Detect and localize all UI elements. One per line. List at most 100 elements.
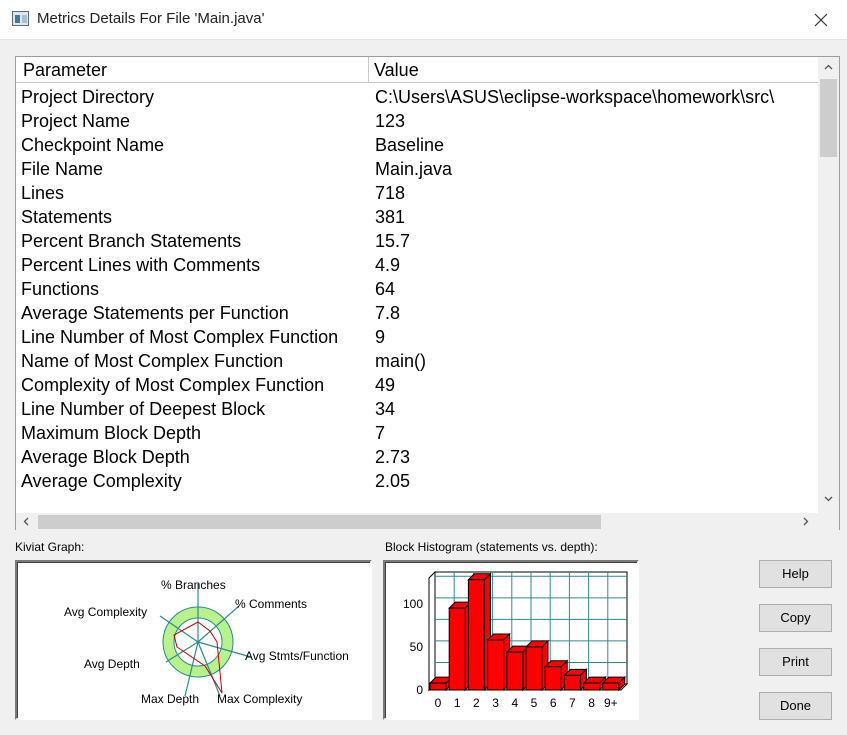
table-row[interactable]: Lines 718 xyxy=(16,181,818,205)
histogram-x-tick-label: 2 xyxy=(473,696,480,710)
histogram-y-tick-label: 50 xyxy=(410,640,424,654)
histogram-bar xyxy=(487,639,505,691)
histogram-bar xyxy=(467,579,485,691)
parameter-cell: Name of Most Complex Function xyxy=(21,351,284,371)
histogram-x-tick-label: 6 xyxy=(550,696,557,710)
table-row[interactable]: Checkpoint Name Baseline xyxy=(16,133,818,157)
parameter-cell: Line Number of Deepest Block xyxy=(21,399,266,419)
column-header-parameter[interactable]: Parameter xyxy=(16,57,369,82)
value-cell: 9 xyxy=(375,327,386,347)
copy-button[interactable]: Copy xyxy=(759,604,832,632)
value-cell: 7 xyxy=(375,423,386,443)
axis-label-avg-depth: Avg Depth xyxy=(84,657,140,671)
value-cell: 64 xyxy=(375,279,396,299)
histogram-x-tick-label: 4 xyxy=(511,696,518,710)
parameter-cell: Statements xyxy=(21,207,113,227)
histogram-x-tick-label: 9+ xyxy=(604,696,618,710)
scroll-up-icon[interactable] xyxy=(822,61,835,74)
app-window-icon xyxy=(12,11,29,26)
table-row[interactable]: Line Number of Deepest Block 34 xyxy=(16,397,818,421)
histogram-bar xyxy=(563,674,581,691)
table-row[interactable]: Line Number of Most Complex Function 9 xyxy=(16,325,818,349)
axis-label-max-depth: Max Depth xyxy=(141,692,199,706)
axis-label-branches: % Branches xyxy=(161,578,226,592)
axis-label-avg-stmts-function: Avg Stmts/Function xyxy=(245,649,349,663)
histogram-y-tick-label: 100 xyxy=(403,597,423,611)
table-row[interactable]: Project Name 123 xyxy=(16,109,818,133)
parameter-cell: Functions xyxy=(21,279,100,299)
parameter-cell: Project Name xyxy=(21,111,131,131)
table-row[interactable]: Average Block Depth 2.73 xyxy=(16,445,818,469)
parameter-cell: Percent Lines with Comments xyxy=(21,255,261,275)
histogram-bar xyxy=(583,682,601,691)
histogram-bar xyxy=(506,651,524,691)
table-row[interactable]: Project Directory C:\Users\ASUS\eclipse-w… xyxy=(16,85,818,109)
value-cell: 4.9 xyxy=(375,255,401,275)
parameter-cell: Checkpoint Name xyxy=(21,135,165,155)
close-icon xyxy=(814,13,828,27)
scroll-left-icon[interactable] xyxy=(20,515,33,528)
table-row[interactable]: Statements 381 xyxy=(16,205,818,229)
value-cell: main() xyxy=(375,351,427,371)
table-row[interactable]: Functions 64 xyxy=(16,277,818,301)
histogram-y-tick-label: 0 xyxy=(416,683,423,697)
vertical-scroll-thumb[interactable] xyxy=(820,79,837,157)
kiviat-graph: % Branches % Comments Avg Stmts/Function… xyxy=(64,578,349,706)
table-row[interactable]: Maximum Block Depth 7 xyxy=(16,421,818,445)
table-row[interactable]: Percent Lines with Comments 4.9 xyxy=(16,253,818,277)
table-row[interactable]: Complexity of Most Complex Function 49 xyxy=(16,373,818,397)
block-histogram-chart: 0501000 1 2 3 4 5 6 7 8 9+ xyxy=(403,570,629,710)
parameter-cell: Lines xyxy=(21,183,65,203)
histogram-bar xyxy=(544,666,562,691)
close-button[interactable] xyxy=(795,0,847,40)
parameter-cell: Complexity of Most Complex Function xyxy=(21,375,325,395)
parameter-cell: File Name xyxy=(21,159,104,179)
scroll-down-icon[interactable] xyxy=(822,492,835,505)
histogram-x-tick-label: 0 xyxy=(435,696,442,710)
window-title: Metrics Details For File 'Main.java' xyxy=(37,10,265,27)
print-button[interactable]: Print xyxy=(759,648,832,676)
value-cell: C:\Users\ASUS\eclipse-workspace\homework… xyxy=(375,87,775,107)
horizontal-scroll-thumb[interactable] xyxy=(38,515,601,529)
done-button[interactable]: Done xyxy=(759,692,832,720)
kiviat-graph-panel: % Branches % Comments Avg Stmts/Function… xyxy=(15,560,372,720)
value-cell: 49 xyxy=(375,375,396,395)
histogram-bar xyxy=(448,607,466,691)
parameter-cell: Project Directory xyxy=(21,87,155,107)
value-cell: 2.05 xyxy=(375,471,411,491)
parameter-cell: Maximum Block Depth xyxy=(21,423,202,443)
table-row[interactable]: Average Complexity 2.05 xyxy=(16,469,818,493)
parameter-cell: Average Statements per Function xyxy=(21,303,289,323)
parameter-cell: Line Number of Most Complex Function xyxy=(21,327,339,347)
vertical-scrollbar[interactable] xyxy=(818,57,839,514)
kiviat-graph-label: Kiviat Graph: xyxy=(15,540,85,554)
value-cell: 15.7 xyxy=(375,231,411,251)
histogram-x-tick-label: 5 xyxy=(531,696,538,710)
table-row[interactable]: File Name Main.java xyxy=(16,157,818,181)
scrollbar-corner xyxy=(818,513,839,530)
title-bar: Metrics Details For File 'Main.java' xyxy=(0,0,847,40)
axis-label-max-complexity: Max Complexity xyxy=(217,692,302,706)
value-cell: 381 xyxy=(375,207,406,227)
histogram-x-tick-label: 7 xyxy=(569,696,576,710)
column-header-value[interactable]: Value xyxy=(369,57,818,82)
scroll-right-icon[interactable] xyxy=(799,515,812,528)
histogram-side-wall xyxy=(428,570,436,692)
block-histogram-panel: 0 50 100 0 1 2 3 4 5 6 7 8 9+ xyxy=(383,560,639,720)
value-cell: 34 xyxy=(375,399,396,419)
value-cell: Baseline xyxy=(375,135,445,155)
axis-label-avg-complexity: Avg Complexity xyxy=(64,605,147,619)
horizontal-scrollbar[interactable] xyxy=(16,513,818,530)
value-cell: 718 xyxy=(375,183,406,203)
table-row[interactable]: Percent Branch Statements 15.7 xyxy=(16,229,818,253)
parameter-cell: Percent Branch Statements xyxy=(21,231,242,251)
value-cell: 123 xyxy=(375,111,406,131)
metrics-table[interactable]: Parameter Value Project Directory C:\User… xyxy=(15,56,840,530)
table-row[interactable]: Name of Most Complex Function main() xyxy=(16,349,818,373)
table-row[interactable]: Average Statements per Function 7.8 xyxy=(16,301,818,325)
parameter-cell: Average Complexity xyxy=(21,471,182,491)
help-button[interactable]: Help xyxy=(759,560,832,588)
histogram-bar xyxy=(525,646,543,691)
table-rows: Project Directory C:\Users\ASUS\eclipse-w… xyxy=(16,85,818,515)
histogram-bar xyxy=(429,682,447,691)
